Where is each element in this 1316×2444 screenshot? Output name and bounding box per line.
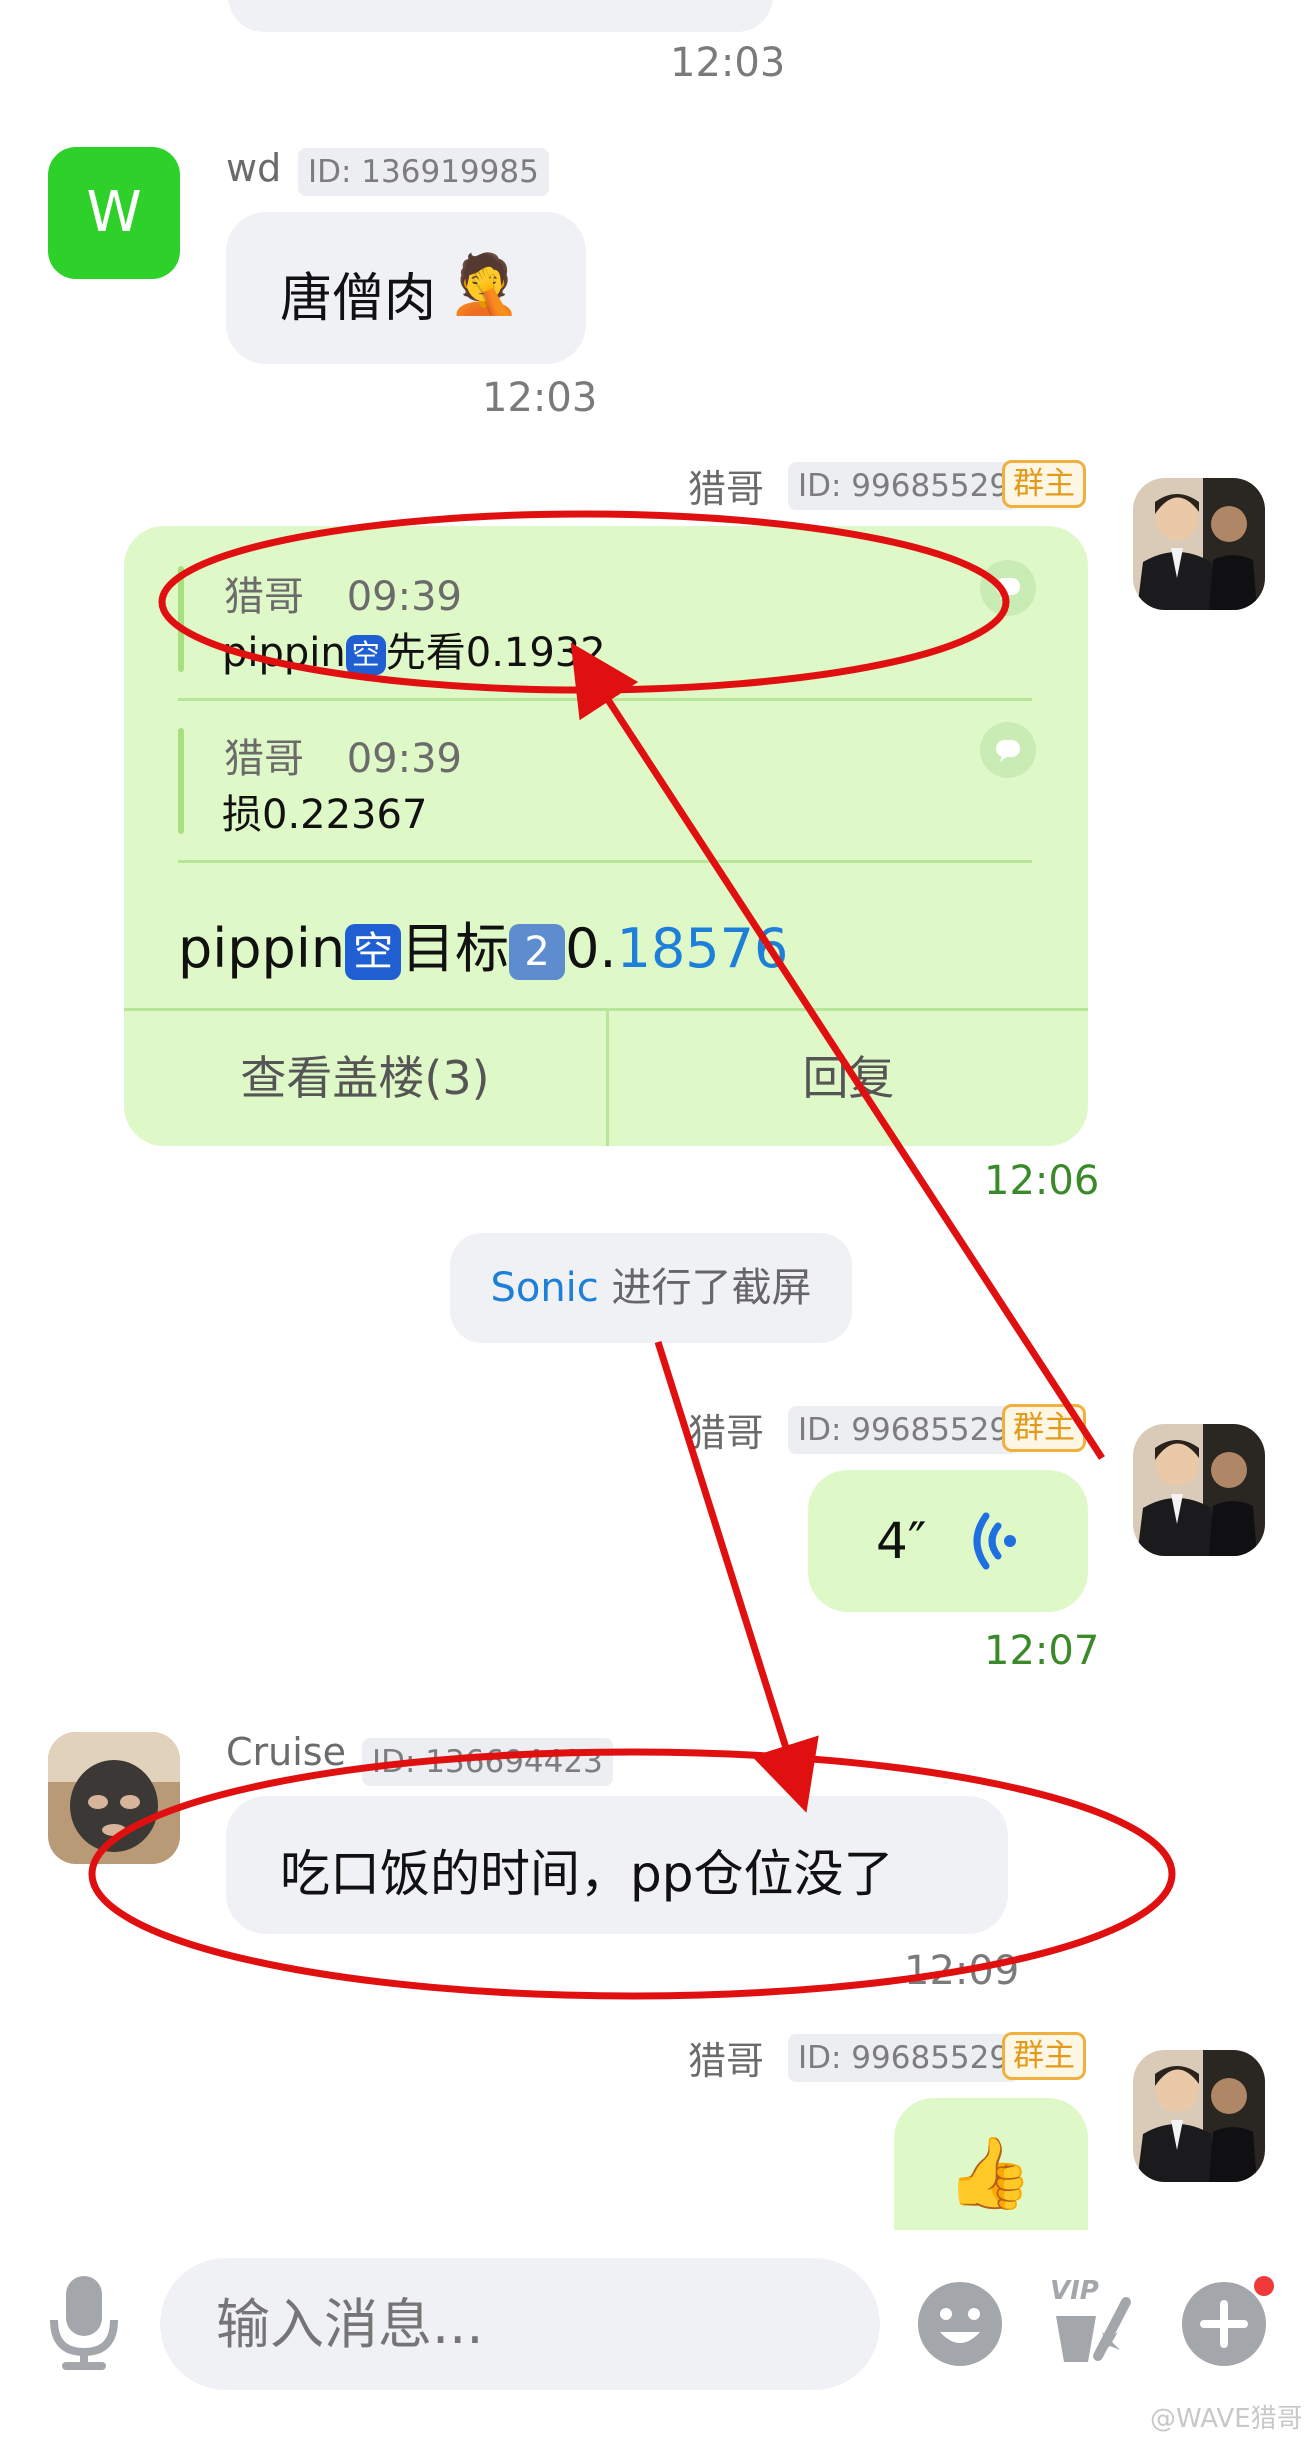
liege-avatar-3[interactable] xyxy=(1133,2050,1265,2182)
cruise-message-bubble[interactable]: 吃口饭的时间，pp仓位没了 xyxy=(226,1796,1008,1934)
facepalm-emoji-icon: 🤦 xyxy=(448,250,521,318)
screenshot-notice: Sonic 进行了截屏 xyxy=(450,1233,852,1343)
quote-2-header: 猎哥 09:39 xyxy=(224,726,462,784)
view-thread-button[interactable]: 查看盖楼(3) xyxy=(124,1010,606,1146)
voice-duration: 4″ xyxy=(876,1512,927,1570)
liege-message-time-2: 12:07 xyxy=(984,1628,1100,1674)
liege-sender-name-1: 猎哥 xyxy=(688,467,765,511)
notice-actor-link[interactable]: Sonic xyxy=(490,1265,598,1311)
thumbs-up-icon: 👍 xyxy=(946,2132,1034,2214)
comment-icon[interactable] xyxy=(980,722,1036,778)
group-owner-badge-2: 群主 xyxy=(1002,1404,1086,1452)
quote-1-rest: 先看0.1932 xyxy=(385,630,606,676)
quote-1-header: 猎哥 09:39 xyxy=(224,564,462,622)
message-input[interactable] xyxy=(160,2258,880,2390)
emoji-icon[interactable] xyxy=(914,2278,1006,2374)
short-chip-icon: 空 xyxy=(345,635,386,675)
wd-avatar[interactable]: W xyxy=(48,147,180,279)
quote-1-bar xyxy=(178,566,184,672)
reply-target-prefix: 0. xyxy=(565,917,617,980)
thumbs-up-bubble[interactable]: 👍 xyxy=(894,2098,1088,2238)
cruise-avatar[interactable] xyxy=(48,1732,180,1864)
quote-1-text: pippin 空先看0.1932 xyxy=(222,620,606,678)
group-owner-badge-1: 群主 xyxy=(1002,460,1086,508)
previous-message-time: 12:03 xyxy=(670,40,786,86)
voice-wave-icon xyxy=(958,1506,1028,1580)
watermark: @WAVE猎哥 xyxy=(1150,2404,1303,2434)
quote-1-time: 09:39 xyxy=(346,574,462,620)
cruise-message-time: 12:09 xyxy=(904,1948,1020,1994)
reply-target-label: 目标 xyxy=(401,917,510,980)
quote-2-text: 损0.22367 xyxy=(222,792,428,838)
reply-target-link[interactable]: 18576 xyxy=(617,917,789,980)
microphone-icon[interactable] xyxy=(46,2272,122,2376)
annotation-overlay xyxy=(88,510,1176,2000)
liege-avatar-1[interactable] xyxy=(1133,478,1265,610)
quote-2-time: 09:39 xyxy=(346,736,462,782)
quote-divider-2 xyxy=(178,860,1032,863)
wd-message-time: 12:03 xyxy=(482,375,598,421)
wd-sender-name: wd xyxy=(226,146,282,190)
notification-dot xyxy=(1254,2276,1274,2296)
quote-2-bar xyxy=(178,728,184,834)
wd-message-bubble[interactable]: 唐僧肉 🤦 xyxy=(226,212,586,364)
notice-text: 进行了截屏 xyxy=(598,1265,812,1311)
liege-avatar-2[interactable] xyxy=(1133,1424,1265,1556)
number-two-icon: 2 xyxy=(509,924,566,981)
cruise-sender-name: Cruise xyxy=(226,1730,346,1774)
cruise-message-text: 吃口饭的时间，pp仓位没了 xyxy=(280,1845,894,1903)
liege-sender-name-2: 猎哥 xyxy=(688,1411,765,1455)
group-owner-badge-3: 群主 xyxy=(1002,2032,1086,2080)
quote-1-name: 猎哥 xyxy=(224,574,304,620)
reply-main-text: pippin 空目标 2 0.18576 xyxy=(178,904,788,983)
reply-token: pippin xyxy=(178,917,346,980)
wd-message-text: 唐僧肉 xyxy=(280,269,437,329)
wd-avatar-letter: W xyxy=(86,180,142,245)
liege-message-time-1: 12:06 xyxy=(984,1158,1100,1204)
liege-id-tag-1: ID: 99685529 xyxy=(788,462,1020,510)
quote-divider-1 xyxy=(178,698,1032,701)
liege-sender-name-3: 猎哥 xyxy=(688,2039,765,2083)
liege-id-tag-3: ID: 99685529 xyxy=(788,2034,1020,2082)
vip-effects-icon[interactable]: VIP xyxy=(1036,2272,1136,2372)
quote-1-token: pippin xyxy=(222,630,346,676)
comment-icon[interactable] xyxy=(980,560,1036,616)
quote-2-name: 猎哥 xyxy=(224,736,304,782)
short-chip-icon: 空 xyxy=(345,924,402,981)
cruise-id-tag: ID: 136694423 xyxy=(362,1738,613,1786)
previous-message-bubble xyxy=(228,0,773,32)
reply-button[interactable]: 回复 xyxy=(609,1010,1088,1146)
wd-id-tag: ID: 136919985 xyxy=(298,148,549,196)
liege-id-tag-2: ID: 99685529 xyxy=(788,1406,1020,1454)
voice-message-bubble[interactable]: 4″ xyxy=(808,1470,1088,1612)
